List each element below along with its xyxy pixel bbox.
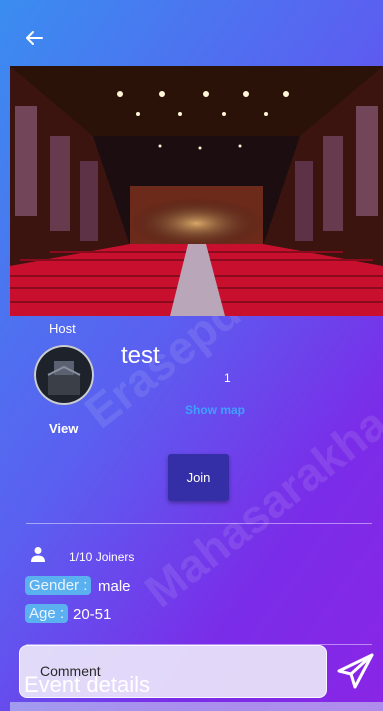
- arrow-left-icon: [26, 31, 43, 45]
- join-button[interactable]: Join: [168, 454, 229, 501]
- back-button[interactable]: [22, 26, 46, 50]
- view-host-link[interactable]: View: [49, 421, 78, 436]
- person-icon: [31, 547, 45, 562]
- send-icon: [337, 653, 374, 689]
- gender-value: male: [98, 578, 131, 595]
- send-button[interactable]: [335, 651, 375, 691]
- joiners-count: 1/10 Joiners: [69, 550, 135, 564]
- host-label: Host: [49, 321, 76, 336]
- age-tag: Age :: [25, 604, 69, 623]
- age-value: 20-51: [73, 606, 112, 623]
- host-avatar[interactable]: [34, 345, 94, 405]
- event-details-heading: Event details: [24, 672, 150, 697]
- event-title: test: [121, 342, 160, 369]
- event-banner-image: [10, 66, 383, 316]
- avatar-image: [34, 345, 94, 405]
- show-map-link[interactable]: Show map: [185, 403, 245, 417]
- bottom-strip: [10, 702, 383, 711]
- divider: [26, 523, 372, 524]
- gender-tag: Gender :: [25, 576, 92, 595]
- event-count: 1: [224, 371, 231, 385]
